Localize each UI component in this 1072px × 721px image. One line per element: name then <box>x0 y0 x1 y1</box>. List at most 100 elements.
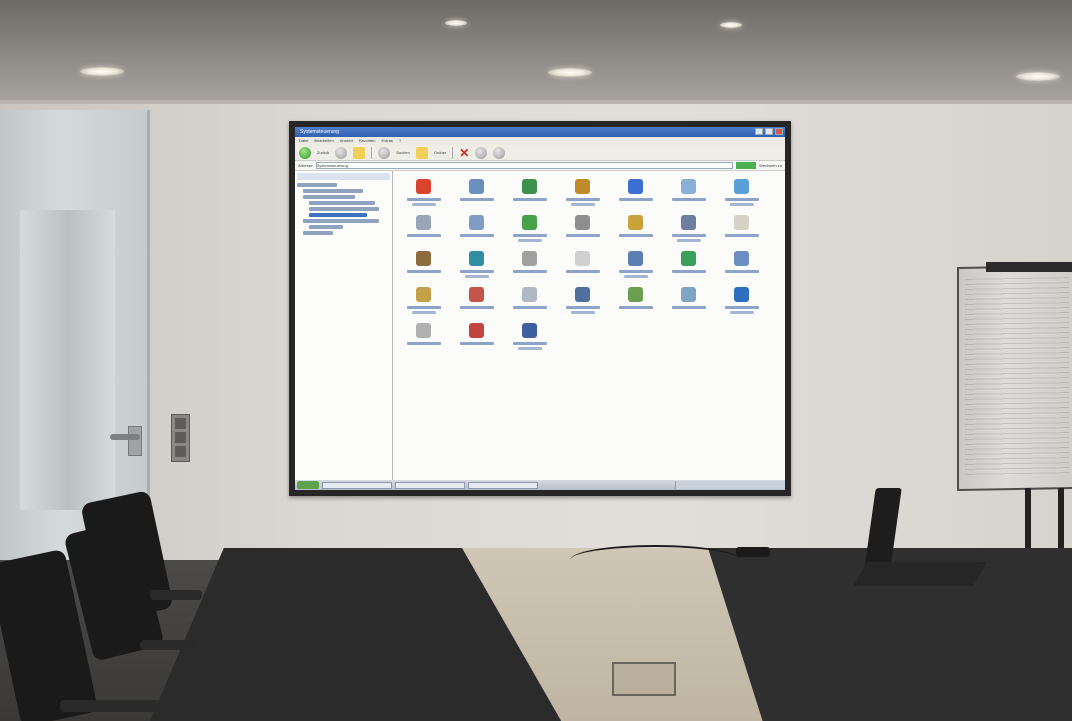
menu-item: Datei <box>299 138 309 143</box>
control-panel-item <box>556 249 609 285</box>
control-panel-item <box>397 177 450 213</box>
control-panel-item <box>450 285 503 321</box>
conference-room-photo: Systemsteuerung Datei Bearbeiten Ansicht Fa… <box>0 0 1072 721</box>
control-panel-item <box>450 213 503 249</box>
applet-icon <box>469 323 484 338</box>
applet-icon <box>734 215 749 230</box>
folder-tree <box>295 171 393 480</box>
up-folder-icon <box>353 146 366 159</box>
applet-icon <box>628 251 643 266</box>
toolbar: Zurück Suchen Ordner ✕ <box>295 145 785 161</box>
address-label: Adresse <box>298 163 313 168</box>
search-icon <box>378 146 391 159</box>
menu-item: Extras <box>381 138 393 143</box>
control-panel-item <box>397 285 450 321</box>
chair-armrest <box>150 590 202 600</box>
control-panel-item <box>609 213 662 249</box>
back-label: Zurück <box>317 150 330 155</box>
control-panel-item <box>397 213 450 249</box>
menu-item: ? <box>398 138 402 143</box>
control-panel-item <box>556 213 609 249</box>
control-panel-item <box>662 177 715 213</box>
applet-icon <box>628 179 643 194</box>
applet-icon <box>416 323 431 338</box>
table-cable-hatch <box>612 662 676 696</box>
ceiling-light <box>1016 72 1060 81</box>
window-title: Systemsteuerung <box>300 129 339 135</box>
flipchart-clamp <box>986 262 1072 272</box>
applet-icon <box>734 251 749 266</box>
control-panel-window: Systemsteuerung Datei Bearbeiten Ansicht Fa… <box>295 127 785 490</box>
chair-armrest <box>140 640 196 650</box>
control-panel-item <box>556 177 609 213</box>
device-base <box>853 562 987 586</box>
projection-screen: Systemsteuerung Datei Bearbeiten Ansicht Fa… <box>289 121 791 496</box>
control-panel-item <box>715 177 768 213</box>
control-panel-item <box>503 285 556 321</box>
address-bar: Adresse Systemsteuerung Wechseln zu <box>295 161 785 171</box>
control-panel-item <box>503 249 556 285</box>
address-value: Systemsteuerung <box>316 163 348 168</box>
applet-icon <box>734 287 749 302</box>
forward-icon <box>335 146 348 159</box>
control-panel-item <box>397 249 450 285</box>
control-panel-item <box>715 285 768 321</box>
search-label: Suchen <box>396 150 410 155</box>
applet-icon <box>575 287 590 302</box>
applet-icon <box>469 215 484 230</box>
applet-icon <box>416 251 431 266</box>
menu-item: Favoriten <box>358 138 376 143</box>
remote-control <box>736 547 770 557</box>
glass-reflection <box>20 210 115 510</box>
control-panel-item <box>503 321 556 357</box>
window-titlebar: Systemsteuerung <box>295 127 785 137</box>
minimize-icon <box>755 128 763 135</box>
door-handle <box>110 426 152 456</box>
folders-label: Ordner <box>433 150 447 155</box>
applet-icon <box>522 215 537 230</box>
delete-icon: ✕ <box>459 145 470 160</box>
control-panel-item <box>450 249 503 285</box>
taskbar-item <box>322 481 392 489</box>
control-panel-item <box>715 249 768 285</box>
menu-item: Ansicht <box>339 138 353 143</box>
applet-icon <box>681 215 696 230</box>
views-icon <box>493 146 506 159</box>
control-panel-item <box>662 285 715 321</box>
taskbar-item <box>395 481 465 489</box>
applet-icon <box>522 323 537 338</box>
applet-icon <box>575 215 590 230</box>
system-tray <box>675 481 785 489</box>
control-panel-item <box>503 177 556 213</box>
applet-icon <box>522 287 537 302</box>
control-panel-item <box>397 321 450 357</box>
start-button <box>297 481 319 489</box>
back-icon <box>299 146 311 159</box>
control-panel-item <box>609 249 662 285</box>
applet-icon <box>416 215 431 230</box>
control-panel-item <box>450 321 503 357</box>
control-panel-item <box>609 177 662 213</box>
close-icon <box>775 128 783 135</box>
ceiling-light <box>720 22 742 28</box>
applet-icon <box>469 179 484 194</box>
applet-icon <box>575 179 590 194</box>
ceiling-light <box>445 20 467 26</box>
cable <box>570 545 740 575</box>
maximize-icon <box>765 128 773 135</box>
ceiling-light <box>80 67 124 76</box>
applet-icon <box>681 179 696 194</box>
applet-icon <box>522 251 537 266</box>
applet-icon <box>416 287 431 302</box>
control-panel-item <box>450 177 503 213</box>
applet-icon <box>628 287 643 302</box>
applet-icon <box>628 215 643 230</box>
taskbar <box>295 480 785 490</box>
control-panel-item <box>503 213 556 249</box>
light-switch <box>171 414 190 462</box>
applet-icon <box>734 179 749 194</box>
ceiling <box>0 0 1072 104</box>
tree-header <box>297 173 390 180</box>
folders-icon <box>415 146 428 159</box>
applet-icon <box>681 251 696 266</box>
